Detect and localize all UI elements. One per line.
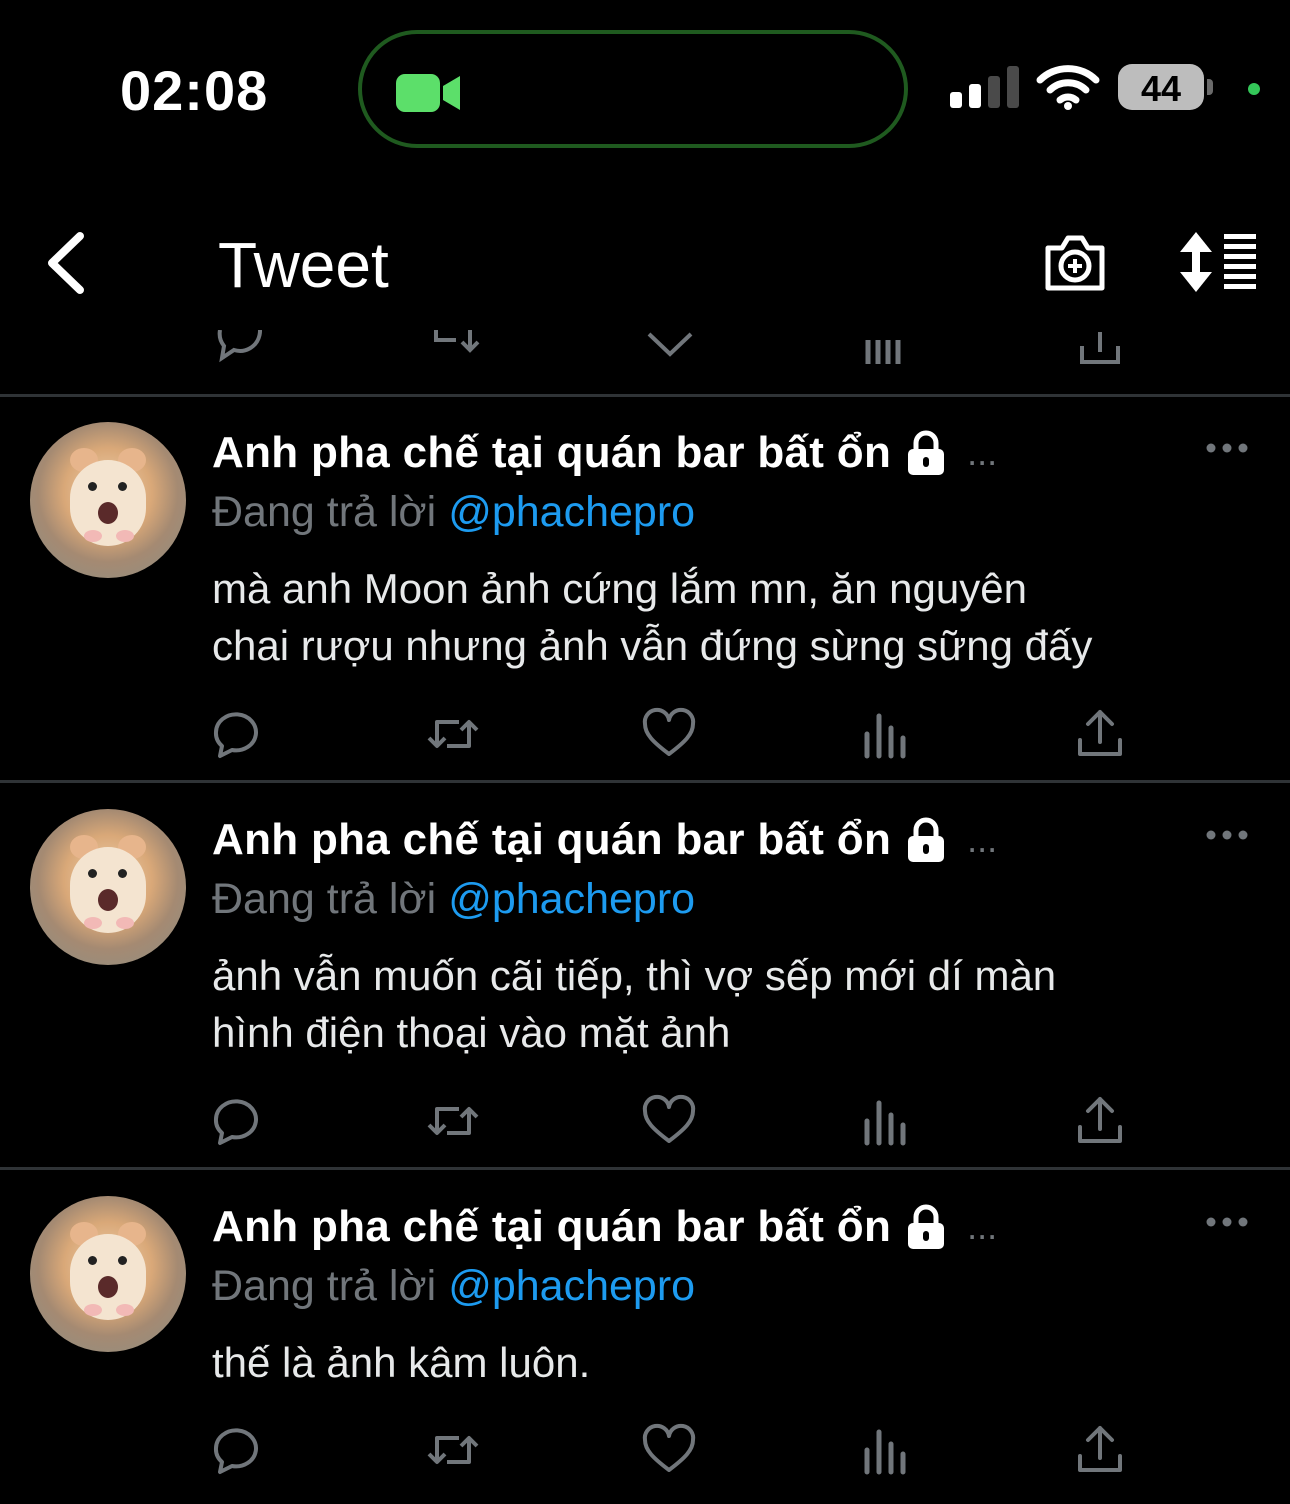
share-button[interactable] bbox=[1072, 1093, 1128, 1149]
share-button[interactable] bbox=[1072, 706, 1128, 762]
tweet-card[interactable]: Anh pha chế tại quán bar bất ổn ... Đang… bbox=[0, 400, 1290, 780]
facetime-camera-icon bbox=[396, 74, 460, 112]
divider bbox=[0, 780, 1290, 783]
tweet-text: thế là ảnh kâm luôn. bbox=[212, 1334, 1252, 1391]
tweet-actions bbox=[0, 1422, 1290, 1482]
reply-button[interactable] bbox=[208, 1093, 264, 1149]
analytics-icon bbox=[864, 1100, 906, 1146]
tweet-text-line: ảnh vẫn muốn cãi tiếp, thì vợ sếp mới dí… bbox=[212, 952, 1057, 999]
reply-handle-link[interactable]: @phachepro bbox=[448, 1262, 695, 1310]
reply-icon bbox=[213, 712, 258, 758]
author-row: Anh pha chế tại quán bar bất ổn ... bbox=[212, 428, 997, 478]
analytics-icon[interactable] bbox=[862, 338, 906, 368]
tweet-card[interactable]: Anh pha chế tại quán bar bất ổn ... Đang… bbox=[0, 787, 1290, 1167]
analytics-icon bbox=[864, 713, 906, 759]
replying-to-label: Đang trả lời bbox=[212, 488, 437, 536]
tweet-text-line: hình điện thoại vào mặt ảnh bbox=[212, 1009, 731, 1056]
replying-to-label: Đang trả lời bbox=[212, 1262, 437, 1310]
avatar[interactable] bbox=[30, 809, 186, 965]
replying-to: Đang trả lời @phachepro bbox=[212, 1262, 695, 1311]
reply-icon bbox=[213, 1099, 258, 1145]
reply-icon[interactable] bbox=[212, 330, 262, 370]
dynamic-island[interactable] bbox=[358, 30, 908, 148]
like-button[interactable] bbox=[641, 706, 697, 762]
tweet-actions bbox=[0, 706, 1290, 766]
replying-to: Đang trả lời @phachepro bbox=[212, 875, 695, 924]
like-button[interactable] bbox=[641, 1093, 697, 1149]
lock-icon bbox=[908, 1204, 945, 1249]
retweet-icon bbox=[427, 1436, 479, 1464]
heart-icon[interactable] bbox=[645, 330, 695, 360]
share-icon[interactable] bbox=[1078, 330, 1122, 370]
divider bbox=[0, 1167, 1290, 1170]
views-button[interactable] bbox=[857, 1093, 913, 1149]
heart-icon bbox=[642, 707, 696, 756]
page-title: Tweet bbox=[218, 229, 389, 301]
more-horizontal-icon[interactable] bbox=[1206, 1212, 1248, 1232]
share-icon bbox=[1078, 710, 1122, 756]
retweet-button[interactable] bbox=[425, 1422, 481, 1478]
retweet-icon[interactable] bbox=[430, 330, 486, 360]
tweet-actions bbox=[0, 1093, 1290, 1153]
more-horizontal-icon[interactable] bbox=[1206, 825, 1248, 845]
tweet-text-line: chai rượu nhưng ảnh vẫn đứng sừng sững đ… bbox=[212, 622, 1093, 669]
author-display-name[interactable]: Anh pha chế tại quán bar bất ổn bbox=[212, 428, 891, 478]
views-button[interactable] bbox=[857, 706, 913, 762]
status-time: 02:08 bbox=[120, 59, 269, 122]
sort-icon[interactable] bbox=[1178, 230, 1258, 294]
battery-tip bbox=[1207, 79, 1213, 95]
tweet-text-line: thế là ảnh kâm luôn. bbox=[212, 1339, 591, 1386]
battery-level: 44 bbox=[1140, 68, 1182, 109]
lock-icon bbox=[908, 817, 945, 862]
tweet-card[interactable]: Anh pha chế tại quán bar bất ổn ... Đang… bbox=[0, 1174, 1290, 1504]
retweet-icon bbox=[427, 1107, 479, 1135]
reply-handle-link[interactable]: @phachepro bbox=[448, 488, 695, 536]
author-row: Anh pha chế tại quán bar bất ổn ... bbox=[212, 815, 997, 865]
share-button[interactable] bbox=[1072, 1422, 1128, 1478]
share-icon bbox=[1078, 1097, 1122, 1143]
battery-indicator: 44 bbox=[1118, 64, 1204, 110]
name-truncation: ... bbox=[967, 432, 998, 473]
camera-in-use-dot bbox=[1248, 83, 1260, 95]
heart-icon bbox=[642, 1094, 696, 1143]
tweet-text: mà anh Moon ảnh cứng lắm mn, ăn nguyên c… bbox=[212, 560, 1252, 674]
name-truncation: ... bbox=[967, 819, 998, 860]
avatar[interactable] bbox=[30, 1196, 186, 1352]
author-row: Anh pha chế tại quán bar bất ổn ... bbox=[212, 1202, 997, 1252]
name-truncation: ... bbox=[967, 1206, 998, 1247]
retweet-icon bbox=[427, 720, 479, 748]
previous-tweet-actions bbox=[0, 330, 1290, 370]
divider bbox=[0, 394, 1290, 397]
camera-plus-icon[interactable] bbox=[1040, 228, 1110, 298]
tweet-text: ảnh vẫn muốn cãi tiếp, thì vợ sếp mới dí… bbox=[212, 947, 1252, 1061]
chevron-left-icon[interactable] bbox=[40, 228, 100, 298]
tweet-text-line: mà anh Moon ảnh cứng lắm mn, ăn nguyên bbox=[212, 565, 1027, 612]
reply-icon bbox=[213, 1428, 258, 1474]
like-button[interactable] bbox=[641, 1422, 697, 1478]
author-display-name[interactable]: Anh pha chế tại quán bar bất ổn bbox=[212, 815, 891, 865]
top-nav-bar: Tweet bbox=[0, 200, 1290, 330]
analytics-icon bbox=[864, 1429, 906, 1475]
lock-icon bbox=[908, 430, 945, 475]
retweet-button[interactable] bbox=[425, 706, 481, 762]
reply-handle-link[interactable]: @phachepro bbox=[448, 875, 695, 923]
views-button[interactable] bbox=[857, 1422, 913, 1478]
share-icon bbox=[1078, 1426, 1122, 1472]
retweet-button[interactable] bbox=[425, 1093, 481, 1149]
replying-to: Đang trả lời @phachepro bbox=[212, 488, 695, 537]
reply-button[interactable] bbox=[208, 1422, 264, 1478]
wifi-icon bbox=[1036, 65, 1100, 110]
cellular-signal-icon bbox=[950, 66, 1019, 108]
avatar[interactable] bbox=[30, 422, 186, 578]
replying-to-label: Đang trả lời bbox=[212, 875, 437, 923]
heart-icon bbox=[642, 1423, 696, 1472]
reply-button[interactable] bbox=[208, 706, 264, 762]
more-horizontal-icon[interactable] bbox=[1206, 438, 1248, 458]
author-display-name[interactable]: Anh pha chế tại quán bar bất ổn bbox=[212, 1202, 891, 1252]
